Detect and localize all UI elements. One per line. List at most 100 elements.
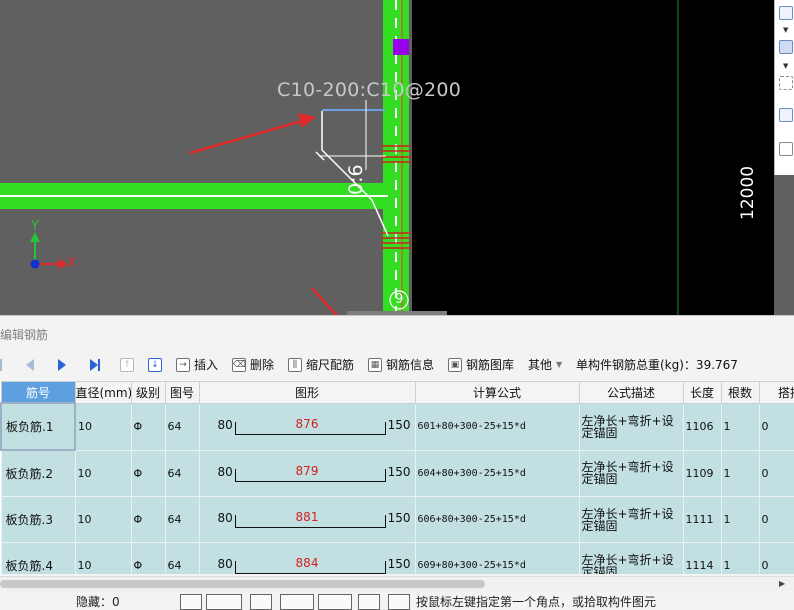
shape-right-value[interactable]: 150 [388, 557, 411, 571]
list-view-icon[interactable] [779, 142, 793, 156]
count-cell[interactable]: 1 [720, 496, 760, 543]
shape-main-line [234, 527, 386, 528]
cad-viewport[interactable]: 0:6 C10-200:C10@200 12000 Y X 9 ▼ ▼ [0, 0, 794, 315]
view-toolbar: ▼ ▼ [774, 0, 794, 175]
lap-cell[interactable]: 0 [758, 542, 794, 574]
description-cell[interactable]: 左净长+弯折+设定锚固 [578, 449, 684, 497]
move-up-button[interactable]: ↑ [120, 353, 138, 377]
bar-no-cell[interactable]: 板负筋.2 [0, 449, 76, 497]
formula-cell[interactable]: 601+80+300-25+15*d [414, 402, 580, 451]
description-cell[interactable]: 左净长+弯折+设定锚固 [578, 402, 684, 451]
last-record-button[interactable] [90, 353, 100, 377]
chevron-down-icon[interactable]: ▼ [783, 62, 788, 70]
delete-button[interactable]: ⌫ 删除 [232, 353, 274, 377]
length-cell[interactable]: 1114 [682, 542, 722, 574]
last-bar-icon [98, 359, 100, 371]
figure-no-cell[interactable]: 64 [164, 449, 200, 497]
layer-toggle-icon[interactable] [358, 594, 380, 610]
table-row[interactable]: 板负筋.2 10 Φ 64 80 879 150 604+80+300-25+1… [0, 449, 794, 497]
chevron-down-icon[interactable]: ▼ [783, 26, 788, 34]
table-row[interactable]: 板负筋.4 10 Φ 64 80 884 150 609+80+300-25+1… [0, 542, 794, 574]
grade-cell[interactable]: Φ [130, 496, 166, 543]
rebar-library-button[interactable]: ▣ 钢筋图库 [448, 353, 514, 377]
table-horizontal-scrollbar[interactable]: ▶ [0, 576, 794, 591]
shape-mid-value[interactable]: 884 [202, 556, 413, 570]
3d-cube-icon[interactable] [779, 108, 793, 122]
shape-cell[interactable]: 80 881 150 [198, 496, 416, 543]
column-header-length[interactable]: 长度 [682, 381, 722, 404]
figure-no-cell[interactable]: 64 [164, 542, 200, 574]
other-menu[interactable]: 其他 ▼ [528, 353, 562, 377]
previous-record-button[interactable] [26, 353, 34, 377]
next-record-button[interactable] [58, 353, 66, 377]
pick-tool-icon[interactable] [388, 594, 410, 610]
rebar-info-button[interactable]: ▦ 钢筋信息 [368, 353, 434, 377]
count-cell[interactable]: 1 [720, 402, 760, 451]
chevron-right-icon [58, 359, 66, 371]
lap-cell[interactable]: 0 [758, 496, 794, 543]
formula-cell[interactable]: 609+80+300-25+15*d [414, 542, 580, 574]
scrollbar-thumb[interactable] [0, 580, 485, 588]
column-header-grade[interactable]: 级别 [130, 381, 166, 404]
column-header-lap[interactable]: 搭接 [758, 381, 794, 404]
column-header-formula[interactable]: 计算公式 [414, 381, 580, 404]
lap-cell[interactable]: 0 [758, 402, 794, 451]
other-label: 其他 [528, 358, 553, 372]
shape-cell[interactable]: 80 876 150 [198, 402, 416, 451]
insert-button[interactable]: → 插入 [176, 353, 218, 377]
ruler-icon: ⫼ [288, 358, 302, 372]
move-down-button[interactable]: ↓ [148, 353, 166, 377]
column-header-bar-no[interactable]: 筋号 [0, 381, 76, 404]
column-header-count[interactable]: 根数 [720, 381, 760, 404]
description-cell[interactable]: 左净长+弯折+设定锚固 [578, 496, 684, 543]
lap-cell[interactable]: 0 [758, 449, 794, 497]
diameter-cell[interactable]: 10 [74, 496, 132, 543]
diameter-cell[interactable]: 10 [74, 542, 132, 574]
table-row[interactable]: 板负筋.3 10 Φ 64 80 881 150 606+80+300-25+1… [0, 496, 794, 543]
grade-cell[interactable]: Φ [130, 402, 166, 451]
cross-select-icon[interactable] [250, 594, 272, 610]
scale-rebar-button[interactable]: ⫼ 缩尺配筋 [288, 353, 354, 377]
column-header-description[interactable]: 公式描述 [578, 381, 684, 404]
angle-snap-icon[interactable] [280, 594, 314, 610]
diameter-cell[interactable]: 10 [74, 449, 132, 497]
view-box-icon[interactable] [779, 6, 793, 20]
table-row[interactable]: 板负筋.1 10 Φ 64 80 876 150 601+80+300-25+1… [0, 402, 794, 451]
formula-cell[interactable]: 604+80+300-25+15*d [414, 449, 580, 497]
select-mode-icon[interactable] [206, 594, 242, 610]
description-cell[interactable]: 左净长+弯折+设定锚固 [578, 542, 684, 574]
rebar-table[interactable]: 筋号 直径(mm) 级别 图号 图形 计算公式 公式描述 长度 根数 搭接 板负… [0, 381, 794, 574]
shape-cell[interactable]: 80 879 150 [198, 449, 416, 497]
column-header-diameter[interactable]: 直径(mm) [74, 381, 132, 404]
shape-right-value[interactable]: 150 [388, 418, 411, 432]
figure-no-cell[interactable]: 64 [164, 496, 200, 543]
shape-mid-value[interactable]: 879 [202, 464, 413, 478]
count-cell[interactable]: 1 [720, 449, 760, 497]
plus-snap-icon[interactable] [318, 594, 352, 610]
scroll-right-icon[interactable]: ▶ [779, 579, 785, 588]
length-cell[interactable]: 1111 [682, 496, 722, 543]
count-cell[interactable]: 1 [720, 542, 760, 574]
shape-right-value[interactable]: 150 [388, 511, 411, 525]
bar-no-cell[interactable]: 板负筋.3 [0, 496, 76, 543]
shape-cell[interactable]: 80 884 150 [198, 542, 416, 574]
bar-no-cell[interactable]: 板负筋.4 [0, 542, 76, 574]
grade-cell[interactable]: Φ [130, 542, 166, 574]
select-box-icon[interactable] [779, 76, 793, 90]
purple-grip[interactable] [393, 39, 409, 55]
figure-no-cell[interactable]: 64 [164, 402, 200, 451]
length-cell[interactable]: 1106 [682, 402, 722, 451]
column-header-figure-no[interactable]: 图号 [164, 381, 200, 404]
formula-cell[interactable]: 606+80+300-25+15*d [414, 496, 580, 543]
bar-no-cell[interactable]: 板负筋.1 [0, 402, 76, 451]
snap-mode-icon[interactable] [180, 594, 202, 610]
shape-right-value[interactable]: 150 [388, 465, 411, 479]
shape-mid-value[interactable]: 876 [202, 417, 413, 431]
first-record-button[interactable] [0, 353, 2, 377]
column-header-shape[interactable]: 图形 [198, 381, 416, 404]
grade-cell[interactable]: Φ [130, 449, 166, 497]
length-cell[interactable]: 1109 [682, 449, 722, 497]
view-layer-icon[interactable] [779, 40, 793, 54]
diameter-cell[interactable]: 10 [74, 402, 132, 451]
shape-mid-value[interactable]: 881 [202, 510, 413, 524]
